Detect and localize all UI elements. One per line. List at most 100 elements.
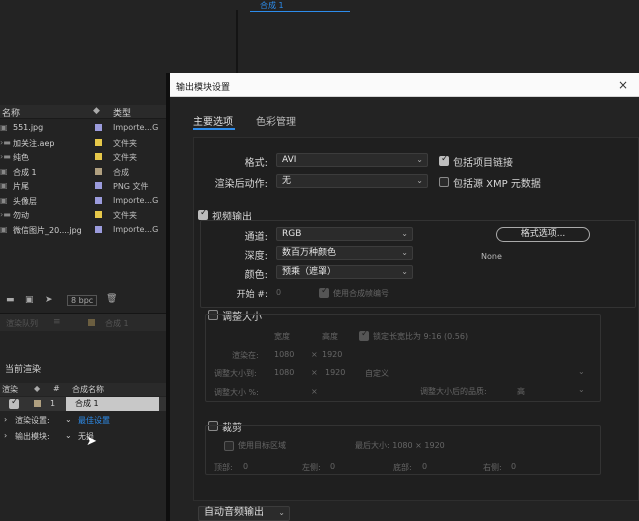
tab-menu-icon[interactable]: ≡ [53, 317, 61, 327]
trash-icon[interactable]: 🗑 [106, 294, 117, 304]
render-checkbox[interactable] [9, 397, 19, 409]
project-item-type: 合成 [113, 167, 129, 177]
folder-icon[interactable]: ▬ [6, 295, 15, 305]
comp-label-swatch [88, 319, 95, 326]
render-settings-label: 渲染设置: [15, 416, 50, 425]
color-select[interactable]: 预乘（遮罩） ⌄ [276, 265, 413, 279]
use-roi-checkbox[interactable] [224, 441, 234, 451]
bpc-button[interactable]: 8 bpc [67, 295, 98, 306]
render-settings-expander[interactable]: › [4, 415, 7, 424]
chevron-down-icon[interactable]: ⌄ [578, 367, 585, 376]
render-at-height: 1920 [322, 350, 343, 359]
render-queue-row[interactable]: 1 合成 1 [0, 397, 170, 411]
use-roi-label: 使用目标区域 [238, 441, 286, 450]
crop-bottom-value[interactable]: 0 [422, 462, 427, 471]
output-module-label: 输出模块: [15, 432, 50, 441]
tab-color-management[interactable]: 色彩管理 [256, 113, 296, 128]
close-icon[interactable]: × [618, 78, 628, 92]
resize-quality-select[interactable]: 高 [517, 386, 525, 397]
project-list-item[interactable]: ▣ 合成 1 合成 [0, 165, 170, 179]
project-list-item[interactable]: ›▬ 勿动 文件夹 [0, 208, 170, 222]
resize-to-width[interactable]: 1080 [274, 368, 294, 377]
crop-top-label: 顶部: [214, 463, 233, 472]
output-module-expander[interactable]: › [4, 431, 7, 440]
file-icon: ▣ [0, 224, 8, 234]
pin-icon[interactable]: ➤ [45, 295, 53, 305]
comp-icon[interactable]: ▣ [25, 295, 34, 305]
label-swatch[interactable] [95, 153, 102, 160]
name-column-header[interactable]: 名称 [2, 106, 20, 119]
height-label: 高度 [322, 332, 338, 341]
label-swatch[interactable] [95, 124, 102, 131]
include-link-checkbox[interactable] [439, 154, 449, 166]
folder-icon: ›▬ [0, 137, 11, 147]
color-label: 颜色: [244, 270, 268, 281]
resize-group [205, 314, 601, 402]
crop-bottom-label: 底部: [393, 463, 412, 472]
resize-preset-select[interactable]: 自定义 [365, 368, 389, 379]
number-column-header[interactable]: # [53, 384, 60, 393]
project-list-item[interactable]: ▣ 片尾 PNG 文件 [0, 179, 170, 193]
project-list-item[interactable]: ▣ 551.jpg Importe...G [0, 121, 170, 135]
label-tag-icon[interactable]: ◆ [93, 106, 100, 116]
project-item-type: Importe...G [113, 195, 159, 205]
tab-main-options[interactable]: 主要选项 [193, 113, 233, 128]
width-label: 宽度 [274, 332, 290, 341]
output-module-dropdown-icon[interactable]: ⌄ [65, 431, 72, 440]
render-item-comp[interactable]: 合成 1 [66, 397, 159, 411]
project-list-item[interactable]: ›▬ 纯色 文件夹 [0, 150, 170, 164]
include-xmp-checkbox[interactable] [439, 177, 449, 187]
comp-tab[interactable]: 合成 1 [250, 0, 350, 12]
project-item-name: 片尾 [13, 182, 29, 191]
post-render-select[interactable]: 无 ⌄ [276, 174, 428, 188]
label-swatch[interactable] [95, 138, 102, 146]
crop-top-value[interactable]: 0 [243, 462, 248, 471]
format-value: AVI [282, 155, 297, 165]
project-toolbar: ▬ ▣ ➤ 8 bpc 🗑 [0, 293, 170, 309]
render-item-number: 1 [50, 399, 56, 408]
chevron-down-icon[interactable]: ⌄ [578, 385, 585, 394]
label-swatch[interactable] [95, 225, 102, 233]
use-comp-frame-checkbox[interactable] [319, 286, 329, 298]
include-link-label: 包括项目链接 [453, 158, 513, 169]
file-icon: ▣ [0, 166, 8, 176]
label-swatch[interactable] [95, 167, 102, 175]
render-settings-link[interactable]: 最佳设置 [78, 415, 110, 426]
project-item-type: PNG 文件 [113, 182, 149, 191]
crop-right-label: 右侧: [483, 463, 502, 472]
start-frame-label: 开始 #: [236, 290, 268, 300]
crop-left-value[interactable]: 0 [330, 462, 335, 471]
format-select[interactable]: AVI ⌄ [276, 153, 428, 167]
render-settings-dropdown-icon[interactable]: ⌄ [65, 415, 72, 424]
project-list-item[interactable]: ▣ 头像层 Importe...G [0, 194, 170, 208]
start-frame-value[interactable]: 0 [276, 288, 281, 297]
codec-info: None [481, 252, 502, 261]
label-swatch[interactable] [95, 211, 102, 218]
current-render-title: 当前渲染 [5, 365, 42, 375]
depth-label: 深度: [244, 251, 268, 262]
render-at-width: 1080 [274, 350, 295, 359]
project-item-name: 勿动 [13, 211, 29, 220]
resize-to-height[interactable]: 1920 [325, 368, 345, 377]
render-column-header[interactable]: 渲染 [2, 384, 18, 395]
audio-output-select[interactable]: 自动音频输出 ⌄ [198, 506, 290, 521]
tag-icon[interactable]: ◆ [34, 384, 40, 393]
lock-ratio-checkbox[interactable] [359, 329, 369, 341]
depth-select[interactable]: 数百万种颜色 ⌄ [276, 246, 413, 260]
video-output-checkbox[interactable] [198, 208, 208, 220]
times-sign: × [311, 350, 318, 359]
render-queue-tab[interactable]: 渲染队列 [6, 318, 38, 329]
format-options-button[interactable]: 格式选项... [496, 227, 590, 242]
comp-name-column-header[interactable]: 合成名称 [72, 384, 104, 395]
project-list-item[interactable]: ▣ 微信图片_20....jpg Importe...G [0, 223, 170, 237]
type-column-header[interactable]: 类型 [113, 106, 131, 119]
project-item-type: Importe...G [113, 123, 159, 132]
post-render-value: 无 [282, 176, 292, 186]
crop-right-value[interactable]: 0 [511, 462, 516, 471]
project-list-item[interactable]: ›▬ 加关注.aep 文件夹 [0, 136, 170, 150]
label-swatch[interactable] [95, 196, 102, 204]
label-swatch[interactable] [95, 182, 102, 189]
queue-comp-tab[interactable]: 合成 1 [105, 318, 129, 329]
post-render-label: 渲染后动作: [214, 179, 268, 190]
channels-select[interactable]: RGB ⌄ [276, 227, 413, 241]
